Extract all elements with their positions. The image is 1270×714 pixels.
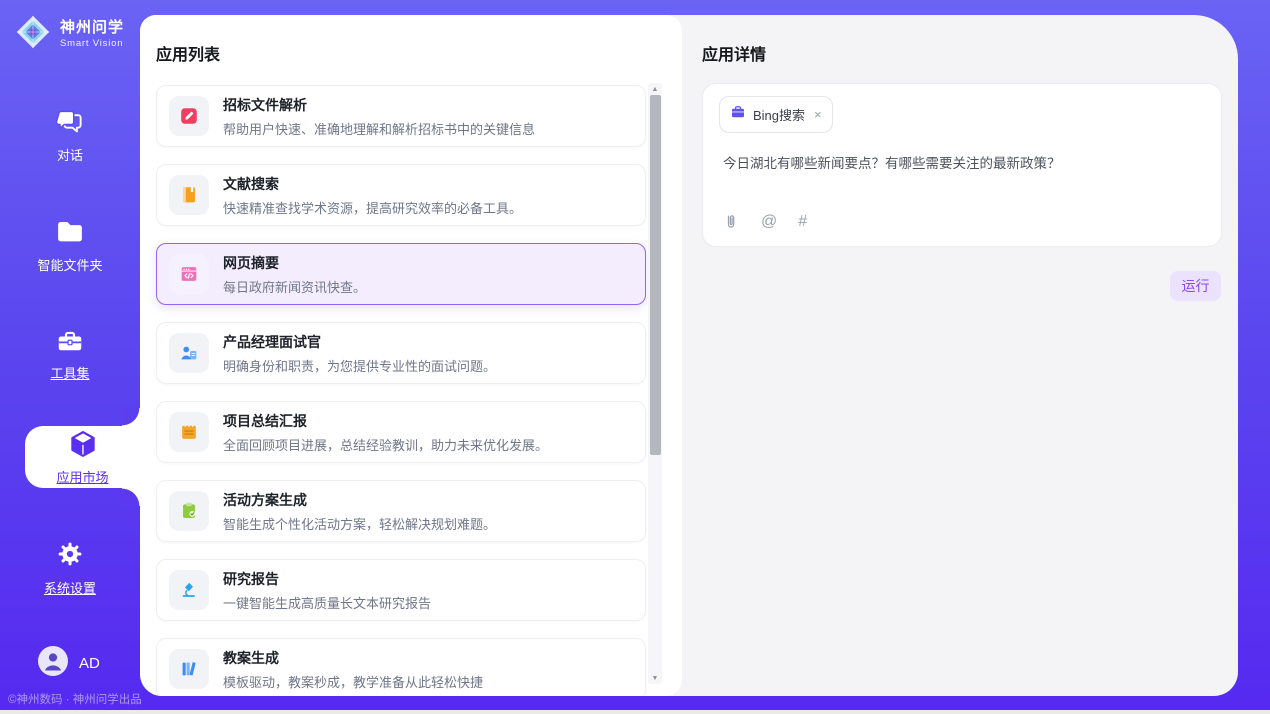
composer-toolbar: @ # bbox=[722, 212, 807, 232]
scrollbar-thumb[interactable] bbox=[650, 95, 661, 455]
brand-name: 神州问学 bbox=[60, 20, 124, 37]
app-list-title: 应用列表 bbox=[156, 41, 220, 65]
tool-chip-label: Bing搜索 bbox=[753, 105, 805, 124]
app-card-desc: 智能生成个性化活动方案，轻松解决规划难题。 bbox=[223, 514, 496, 533]
app-card-title: 网页摘要 bbox=[223, 253, 366, 273]
content-area: 应用列表 招标文件解析 帮助用户快速、准确地理解和解析招标书中的关键信息 bbox=[140, 15, 1238, 696]
sidebar-item-label: 智能文件夹 bbox=[37, 255, 102, 274]
app-card-pm-interviewer[interactable]: 产品经理面试官 明确身份和职责，为您提供专业性的面试问题。 bbox=[156, 322, 646, 384]
briefcase-icon bbox=[730, 104, 746, 125]
sidebar-item-app-market[interactable]: 应用市场 bbox=[25, 426, 140, 488]
gear-icon bbox=[56, 540, 84, 573]
books-icon bbox=[169, 649, 209, 689]
app-card-title: 研究报告 bbox=[223, 569, 431, 589]
list-scrollbar[interactable]: ▲ ▼ bbox=[648, 83, 662, 684]
sidebar-item-toolset[interactable]: 工具集 bbox=[0, 326, 140, 382]
app-card-lesson-plan[interactable]: 教案生成 模板驱动，教案秒成，教学准备从此轻松快捷 bbox=[156, 638, 646, 696]
app-card-title: 教案生成 bbox=[223, 648, 483, 668]
chat-icon bbox=[55, 109, 85, 140]
app-card-title: 产品经理面试官 bbox=[223, 332, 496, 352]
microscope-icon bbox=[169, 570, 209, 610]
brand-logo: 神州问学 Smart Vision bbox=[14, 13, 124, 56]
app-card-list: 招标文件解析 帮助用户快速、准确地理解和解析招标书中的关键信息 文献搜索 bbox=[156, 85, 646, 696]
app-card-desc: 全面回顾项目进展，总结经验教训，助力未来优化发展。 bbox=[223, 435, 548, 454]
app-detail-panel: 应用详情 Bing搜索 × 今日湖北有哪些新闻要点？有哪些需要关注的最新政策？ bbox=[682, 15, 1238, 696]
window-bottom-edge bbox=[0, 710, 1270, 714]
close-icon[interactable]: × bbox=[814, 108, 822, 121]
note-icon bbox=[169, 412, 209, 452]
app-card-desc: 一键智能生成高质量长文本研究报告 bbox=[223, 593, 431, 612]
gem-diamond-icon bbox=[14, 13, 52, 56]
sidebar-item-smart-folders[interactable]: 智能文件夹 bbox=[0, 218, 140, 274]
sidebar-item-label: 对话 bbox=[57, 145, 83, 164]
sidebar-active-tab: 应用市场 bbox=[25, 426, 140, 488]
toolbox-icon bbox=[55, 327, 85, 358]
user-account[interactable]: AD bbox=[38, 646, 100, 681]
app-card-desc: 模板驱动，教案秒成，教学准备从此轻松快捷 bbox=[223, 672, 483, 691]
avatar-person-icon bbox=[38, 646, 68, 681]
scrollbar-down-icon[interactable]: ▼ bbox=[648, 672, 662, 684]
sidebar-item-label: 系统设置 bbox=[44, 578, 96, 597]
app-card-desc: 快速精准查找学术资源，提高研究效率的必备工具。 bbox=[223, 198, 522, 217]
at-icon[interactable]: @ bbox=[761, 213, 777, 231]
sidebar-item-label: 工具集 bbox=[50, 363, 89, 382]
book-icon bbox=[169, 175, 209, 215]
sidebar-item-label: 应用市场 bbox=[56, 467, 108, 486]
scrollbar-up-icon[interactable]: ▲ bbox=[648, 83, 662, 95]
app-card-desc: 每日政府新闻资讯快查。 bbox=[223, 277, 366, 296]
app-list-panel: 应用列表 招标文件解析 帮助用户快速、准确地理解和解析招标书中的关键信息 bbox=[140, 15, 682, 696]
app-card-desc: 明确身份和职责，为您提供专业性的面试问题。 bbox=[223, 356, 496, 375]
sidebar-item-chat[interactable]: 对话 bbox=[0, 108, 140, 164]
interviewer-icon bbox=[169, 333, 209, 373]
app-card-bid-parsing[interactable]: 招标文件解析 帮助用户快速、准确地理解和解析招标书中的关键信息 bbox=[156, 85, 646, 147]
browser-code-icon bbox=[169, 254, 209, 294]
folder-icon bbox=[55, 219, 85, 250]
app-card-web-summary[interactable]: 网页摘要 每日政府新闻资讯快查。 bbox=[156, 243, 646, 305]
app-card-event-plan[interactable]: 活动方案生成 智能生成个性化活动方案，轻松解决规划难题。 bbox=[156, 480, 646, 542]
app-card-desc: 帮助用户快速、准确地理解和解析招标书中的关键信息 bbox=[223, 119, 535, 138]
copyright-footer: ©神州数码 · 神州问学出品 bbox=[8, 691, 142, 707]
sidebar: 神州问学 Smart Vision 对话 智能文件夹 bbox=[0, 0, 140, 714]
app-detail-title: 应用详情 bbox=[702, 41, 766, 65]
app-card-title: 项目总结汇报 bbox=[223, 411, 548, 431]
clipboard-check-icon bbox=[169, 491, 209, 531]
app-card-title: 活动方案生成 bbox=[223, 490, 496, 510]
app-card-research-report[interactable]: 研究报告 一键智能生成高质量长文本研究报告 bbox=[156, 559, 646, 621]
app-window: 神州问学 Smart Vision 对话 智能文件夹 bbox=[0, 0, 1270, 714]
cube-icon bbox=[68, 429, 98, 464]
user-initials: AD bbox=[79, 655, 100, 672]
hash-icon[interactable]: # bbox=[798, 213, 807, 231]
run-button[interactable]: 运行 bbox=[1170, 271, 1221, 301]
prompt-card: Bing搜索 × 今日湖北有哪些新闻要点？有哪些需要关注的最新政策？ @ # bbox=[702, 83, 1222, 247]
tool-chip-bing-search[interactable]: Bing搜索 × bbox=[719, 96, 833, 133]
app-card-title: 文献搜索 bbox=[223, 174, 522, 194]
pen-edit-icon bbox=[169, 96, 209, 136]
sidebar-item-settings[interactable]: 系统设置 bbox=[0, 540, 140, 596]
brand-tagline: Smart Vision bbox=[60, 39, 124, 49]
app-card-project-summary[interactable]: 项目总结汇报 全面回顾项目进展，总结经验教训，助力未来优化发展。 bbox=[156, 401, 646, 463]
app-card-literature-search[interactable]: 文献搜索 快速精准查找学术资源，提高研究效率的必备工具。 bbox=[156, 164, 646, 226]
prompt-input[interactable]: 今日湖北有哪些新闻要点？有哪些需要关注的最新政策？ bbox=[723, 152, 1201, 172]
app-card-title: 招标文件解析 bbox=[223, 95, 535, 115]
paperclip-icon[interactable] bbox=[722, 212, 740, 232]
